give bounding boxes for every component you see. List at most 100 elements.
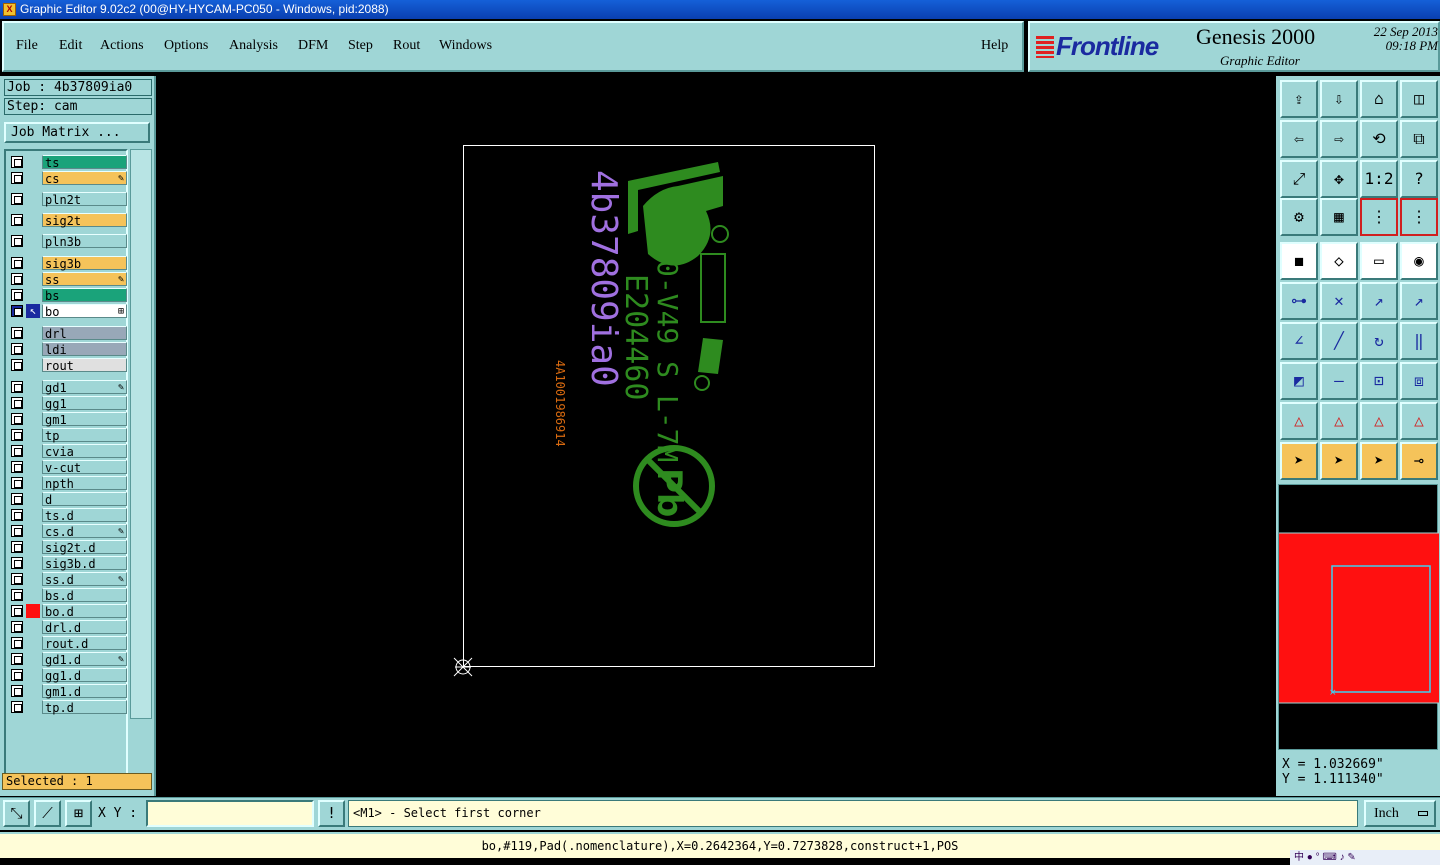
measure-button[interactable]: ⟋ [34,800,61,827]
layer-checkbox[interactable] [11,156,23,168]
tool-button-r1-c1[interactable]: ⇨ [1320,120,1358,158]
layer-marker[interactable] [26,460,40,474]
tool-button-r8-c3[interactable]: △ [1400,402,1438,440]
layer-name[interactable]: cs ✎ [42,171,127,186]
tool-button-r2-c1[interactable]: ✥ [1320,160,1358,198]
layer-checkbox[interactable] [11,653,23,665]
layer-checkbox[interactable] [11,193,23,205]
layer-marker[interactable] [26,342,40,356]
layer-name[interactable]: sig3b [42,256,127,271]
layer-row-d[interactable]: d [9,492,127,507]
xy-input[interactable] [146,800,314,827]
layer-marker[interactable] [26,700,40,714]
layer-name[interactable]: pln2t [42,192,127,207]
layer-name[interactable]: bo ⊞ [42,304,127,319]
layer-marker[interactable] [26,636,40,650]
tool-button-r5-c1[interactable]: ✕ [1320,282,1358,320]
layer-row-gm1[interactable]: gm1 [9,412,127,427]
menu-analysis[interactable]: Analysis [229,38,278,54]
layer-row-gg1-d[interactable]: gg1.d [9,668,127,683]
tool-button-r0-c2[interactable]: ⌂ [1360,80,1398,118]
layer-name[interactable]: cs.d ✎ [42,524,127,539]
layer-row-gm1-d[interactable]: gm1.d [9,684,127,699]
canvas-drawing[interactable]: 4b37809ia0 E204460 0-V49 S L-7M 4A100198… [158,76,1276,796]
layer-marker[interactable] [26,256,40,270]
menu-options[interactable]: Options [164,38,208,54]
tool-button-r2-c2[interactable]: 1:2 [1360,160,1398,198]
layer-row-sig3b-d[interactable]: sig3b.d [9,556,127,571]
layer-row-gd1-d[interactable]: gd1.d ✎ [9,652,127,667]
layer-marker[interactable] [26,326,40,340]
layer-marker[interactable] [26,171,40,185]
tool-button-r6-c0[interactable]: ∠ [1280,322,1318,360]
tool-button-r6-c2[interactable]: ↻ [1360,322,1398,360]
tool-button-r3-c3[interactable]: ⋮ [1400,198,1438,236]
layer-scrollbar[interactable] [130,149,152,719]
tool-button-r9-c2[interactable]: ➤ [1360,442,1398,480]
layer-name[interactable]: gg1.d [42,668,127,683]
layer-marker[interactable] [26,380,40,394]
menu-step[interactable]: Step [348,38,373,54]
tool-button-r8-c0[interactable]: △ [1280,402,1318,440]
layer-row-gg1[interactable]: gg1 [9,396,127,411]
layer-checkbox[interactable] [11,541,23,553]
layer-row-ts[interactable]: ts [9,155,127,170]
layer-name[interactable]: d [42,492,127,507]
layer-name[interactable]: gg1 [42,396,127,411]
layer-checkbox[interactable] [11,273,23,285]
layer-checkbox[interactable] [11,589,23,601]
tool-button-r7-c1[interactable]: — [1320,362,1358,400]
layer-checkbox[interactable] [11,445,23,457]
layer-name[interactable]: bs [42,288,127,303]
layer-checkbox[interactable] [11,172,23,184]
tool-button-r7-c2[interactable]: ⊡ [1360,362,1398,400]
layer-name[interactable]: npth [42,476,127,491]
layer-row-bs-d[interactable]: bs.d [9,588,127,603]
layer-row-npth[interactable]: npth [9,476,127,491]
tool-button-r8-c2[interactable]: △ [1360,402,1398,440]
layer-marker[interactable] [26,288,40,302]
affected-layer-marker[interactable] [26,604,40,618]
tool-button-r5-c2[interactable]: ↗ [1360,282,1398,320]
layer-marker[interactable] [26,508,40,522]
tool-button-r3-c1[interactable]: ▦ [1320,198,1358,236]
tool-button-r0-c3[interactable]: ◫ [1400,80,1438,118]
layer-checkbox[interactable] [11,359,23,371]
layer-marker[interactable] [26,620,40,634]
layer-row-ss-d[interactable]: ss.d ✎ [9,572,127,587]
layer-checkbox[interactable] [11,235,23,247]
layer-row-rout-d[interactable]: rout.d [9,636,127,651]
zoom-area-button[interactable]: ⤡ [3,800,30,827]
layer-row-sig2t-d[interactable]: sig2t.d [9,540,127,555]
layer-name[interactable]: ts.d [42,508,127,523]
layer-row-drl-d[interactable]: drl.d [9,620,127,635]
tool-button-r4-c1[interactable]: ◇ [1320,242,1358,280]
layer-checkbox[interactable] [11,397,23,409]
layer-row-bo-d[interactable]: bo.d [9,604,127,619]
tool-button-r2-c3[interactable]: ? [1400,160,1438,198]
layer-checkbox[interactable] [11,429,23,441]
layer-marker[interactable] [26,684,40,698]
menu-windows[interactable]: Windows [439,38,492,54]
tool-button-r0-c1[interactable]: ⇩ [1320,80,1358,118]
layer-marker[interactable] [26,540,40,554]
layer-marker[interactable] [26,213,40,227]
layer-name[interactable]: gm1.d [42,684,127,699]
tool-button-r4-c2[interactable]: ▭ [1360,242,1398,280]
layer-checkbox[interactable] [11,413,23,425]
layer-row-cs[interactable]: cs ✎ [9,171,127,186]
layer-name[interactable]: ss ✎ [42,272,127,287]
layer-row-rout[interactable]: rout [9,358,127,373]
tool-button-r2-c0[interactable]: ⤢ [1280,160,1318,198]
layer-checkbox[interactable] [11,305,23,317]
layer-row-pln2t[interactable]: pln2t [9,192,127,207]
layer-row-ts-d[interactable]: ts.d [9,508,127,523]
layer-name[interactable]: bs.d [42,588,127,603]
layer-marker[interactable] [26,556,40,570]
layer-row-pln3b[interactable]: pln3b [9,234,127,249]
layer-checkbox[interactable] [11,214,23,226]
layer-name[interactable]: rout [42,358,127,373]
layer-checkbox[interactable] [11,509,23,521]
layer-name[interactable]: gd1.d ✎ [42,652,127,667]
layer-row-cvia[interactable]: cvia [9,444,127,459]
